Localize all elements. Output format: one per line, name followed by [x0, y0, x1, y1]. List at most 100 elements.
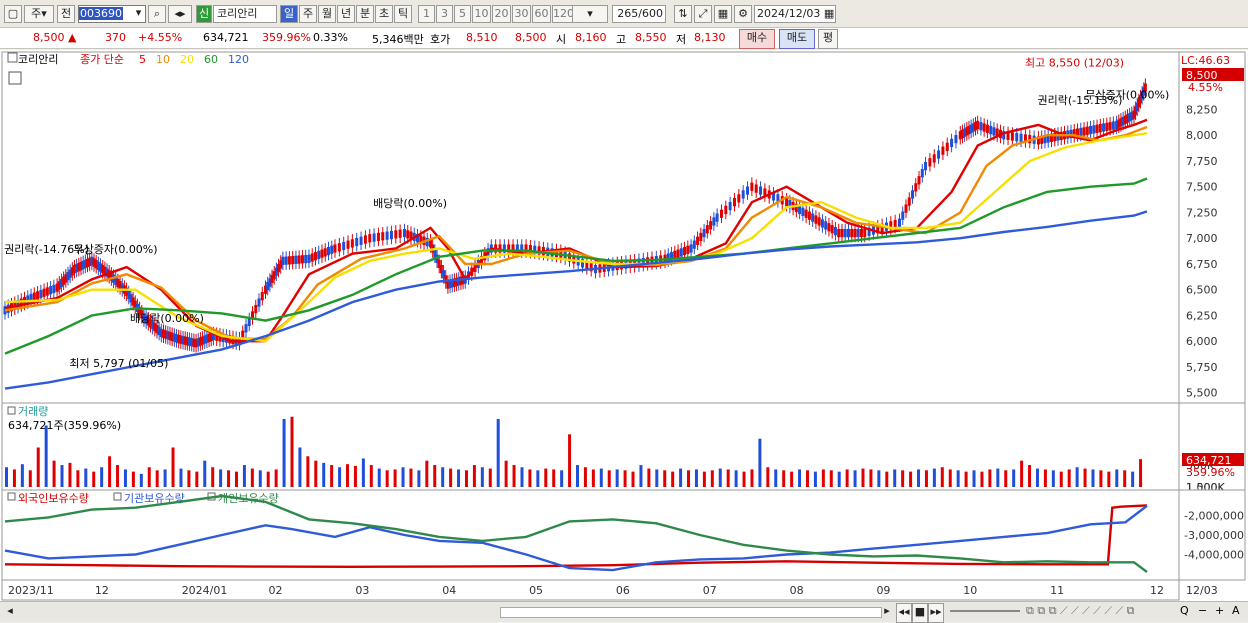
price-tick-3: 7,500	[1186, 181, 1218, 194]
volume-bar	[1043, 469, 1047, 487]
period-tab-5[interactable]: 초	[375, 5, 393, 23]
type-select[interactable]: 주▾	[24, 5, 54, 23]
sell-button[interactable]: 매도	[779, 29, 815, 49]
x-tick-5: 04	[442, 584, 456, 597]
code-dropdown-icon[interactable]: ▾	[131, 5, 146, 23]
interval-button-4[interactable]: 20	[492, 5, 511, 23]
zoom-out-icon[interactable]: −	[1198, 604, 1207, 617]
volume-bar	[282, 418, 286, 487]
price-tick-4: 7,250	[1186, 206, 1218, 219]
volume-bar	[60, 465, 64, 487]
interval-button-3[interactable]: 10	[472, 5, 491, 23]
volume-bar	[742, 471, 746, 487]
interval-button-7[interactable]: 120	[552, 5, 574, 23]
volume-bar	[956, 470, 960, 487]
count-input[interactable]: 265/600	[612, 5, 666, 23]
stop-icon[interactable]: ■	[912, 603, 928, 623]
stock-name-field[interactable]: 코리안리	[213, 5, 277, 23]
scroll-left-icon[interactable]: ◂	[3, 603, 17, 621]
interval-button-0[interactable]: 1	[418, 5, 435, 23]
volume-bar	[909, 471, 913, 487]
volume-bar	[377, 468, 381, 487]
candle-body	[394, 230, 398, 239]
candle-body	[840, 228, 844, 238]
rewind-icon[interactable]: ◂◂	[896, 603, 912, 623]
candle-body	[284, 256, 288, 265]
volume-bar	[528, 469, 532, 487]
volume-bar	[1131, 471, 1135, 487]
candle-body	[785, 198, 789, 207]
volume-bar	[718, 468, 722, 487]
volume-bar	[631, 471, 635, 487]
play-icon[interactable]: ▸	[880, 603, 894, 621]
volume-bar	[1028, 465, 1032, 487]
candle-body	[856, 228, 860, 238]
date-input[interactable]: 2024/12/03 ▦	[754, 5, 836, 23]
volume-bar	[139, 473, 143, 487]
chart-area[interactable]: 8,250 8,000 7,750 7,500 7,250 7,000 6,750 6,500…	[0, 50, 1248, 601]
volume-bar	[401, 467, 405, 487]
candle-body	[850, 228, 854, 238]
candle-body	[32, 292, 36, 301]
eval-button[interactable]: 평	[818, 29, 838, 49]
candle-body	[254, 304, 258, 314]
type-label: 주	[31, 7, 42, 20]
forward-icon[interactable]: ▸▸	[928, 603, 944, 623]
candle-body	[1010, 132, 1014, 141]
scrollbar[interactable]	[500, 607, 882, 618]
price-tick-6: 6,750	[1186, 258, 1218, 271]
candle-body	[402, 228, 406, 238]
interval-dropdown[interactable]: ▾	[572, 5, 608, 23]
interval-button-6[interactable]: 60	[532, 5, 551, 23]
zoom-search-icon[interactable]: Q	[1180, 604, 1189, 617]
candle-body	[689, 244, 693, 253]
expand-icon[interactable]: ⤢	[694, 5, 712, 23]
period-tab-3[interactable]: 년	[337, 5, 355, 23]
compare-icon[interactable]: ⇅	[674, 5, 692, 23]
candle-body	[333, 244, 337, 253]
gear-icon[interactable]: ⚙	[734, 5, 752, 23]
tool-icons[interactable]: ⧉ ⧉ ⧉ ⟋ ⟋ ⟋ ⟋ ⟋ ⟋ ⧉	[1026, 604, 1134, 618]
candle-body	[676, 249, 680, 258]
interval-button-2[interactable]: 5	[454, 5, 471, 23]
volume-bar	[940, 467, 944, 487]
holdings-box-icon-1	[113, 492, 122, 501]
code-value: 003690	[79, 7, 123, 20]
market-button[interactable]: 전	[57, 5, 75, 23]
candle-body	[709, 221, 713, 230]
period-tab-4[interactable]: 분	[356, 5, 374, 23]
zoom-slider[interactable]	[950, 610, 1020, 612]
zoom-in-icon[interactable]: +	[1215, 604, 1224, 617]
volume-bar	[68, 462, 72, 487]
candle-body	[307, 254, 311, 263]
grid-icon[interactable]: ▦	[714, 5, 732, 23]
volume-bar	[583, 467, 587, 487]
candle-body	[801, 207, 805, 216]
volume-bar	[1099, 470, 1103, 487]
search-icon[interactable]: ⌕	[148, 5, 166, 23]
auto-icon[interactable]: A	[1232, 604, 1240, 617]
volume-bar	[488, 468, 492, 487]
interval-button-5[interactable]: 30	[512, 5, 531, 23]
volume-pane	[1, 402, 1180, 491]
period-tab-2[interactable]: 월	[318, 5, 336, 23]
x-tick-1: 12	[95, 584, 109, 597]
speaker-icon[interactable]: ◂▸	[168, 5, 192, 23]
period-tab-0[interactable]: 일	[280, 5, 298, 23]
volume-bar	[694, 469, 698, 487]
period-tab-1[interactable]: 주	[299, 5, 317, 23]
buy-button[interactable]: 매수	[739, 29, 775, 49]
window-menu-icon[interactable]: ▢	[4, 5, 22, 23]
volume-bar	[12, 469, 16, 487]
candle-body	[712, 217, 716, 226]
interval-button-1[interactable]: 3	[436, 5, 453, 23]
period-tab-6[interactable]: 틱	[394, 5, 412, 23]
volume-bar	[353, 465, 357, 487]
candle-body	[326, 246, 330, 256]
candle-body	[715, 213, 719, 222]
candle-body	[699, 232, 703, 242]
volume-bar	[1139, 459, 1143, 487]
candle-body	[372, 233, 376, 242]
volume-ratio: 359.96%	[262, 31, 311, 44]
candle-body	[686, 245, 690, 254]
